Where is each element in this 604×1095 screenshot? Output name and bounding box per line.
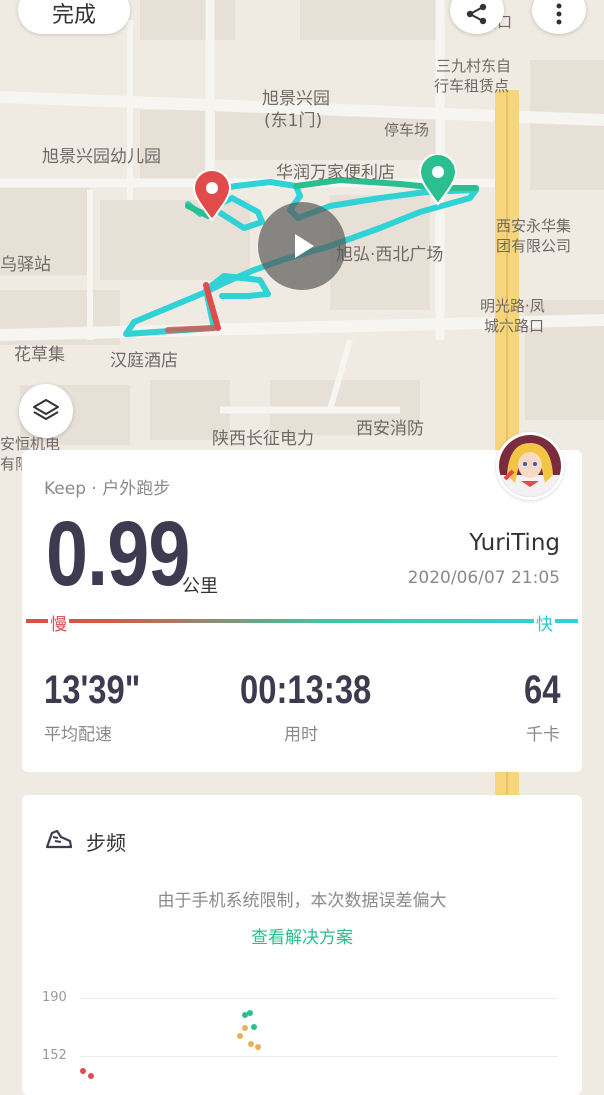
distance-value: 0.99 bbox=[46, 503, 190, 605]
cadence-point bbox=[251, 1024, 257, 1030]
play-icon bbox=[295, 234, 314, 258]
map-label: 陕西长征电力 bbox=[212, 429, 314, 449]
shoe-icon bbox=[45, 829, 73, 849]
data-accuracy-note: 由于手机系统限制，本次数据误差偏大 bbox=[157, 891, 447, 911]
map-label: (东1门) bbox=[264, 111, 323, 131]
cadence-point bbox=[80, 1068, 86, 1074]
layers-icon bbox=[33, 399, 59, 420]
run-summary-card: Keep · 户外跑步 0.99 公里 YuriTing 2020/06/07 … bbox=[22, 450, 582, 772]
cadence-point bbox=[242, 1025, 248, 1031]
cadence-point bbox=[88, 1073, 94, 1079]
y-axis-tick: 152 bbox=[42, 1048, 67, 1063]
avatar-image bbox=[499, 435, 561, 497]
map-label: 停车场 bbox=[384, 121, 430, 139]
map-label: 三九村东自 bbox=[436, 57, 512, 75]
map-label: 旭弘·西北广场 bbox=[336, 245, 444, 265]
gridline bbox=[80, 998, 558, 999]
map-label: 西安消防 bbox=[356, 419, 424, 439]
map-label: 明光路·凤 bbox=[480, 297, 545, 315]
pace-value: 13'39" bbox=[44, 668, 141, 712]
pace-label: 平均配速 bbox=[44, 725, 112, 745]
map-label: 花草集 bbox=[14, 345, 65, 365]
gridline bbox=[80, 1056, 558, 1057]
cadence-point bbox=[237, 1033, 243, 1039]
view-solution-link[interactable]: 查看解决方案 bbox=[22, 923, 582, 948]
map-label: 团有限公司 bbox=[496, 237, 572, 255]
map-label: 华润万家便利店 bbox=[276, 163, 395, 183]
map-label: 旭景兴园幼儿园 bbox=[42, 147, 161, 167]
y-axis-tick: 190 bbox=[42, 990, 67, 1005]
avatar[interactable] bbox=[496, 432, 564, 500]
cadence-point bbox=[247, 1010, 253, 1016]
duration-label: 用时 bbox=[284, 725, 318, 745]
cadence-point bbox=[248, 1041, 254, 1047]
end-marker-icon bbox=[418, 154, 458, 206]
map-label: 城六路口 bbox=[484, 317, 545, 335]
user-name: YuriTing bbox=[469, 530, 560, 556]
slow-label: 慢 bbox=[48, 610, 69, 635]
done-button[interactable]: 完成 bbox=[18, 0, 130, 34]
duration-value: 00:13:38 bbox=[240, 668, 372, 712]
map-label: 乌驿站 bbox=[0, 255, 51, 275]
map-label: 西安永华集 bbox=[496, 217, 572, 235]
map-layers-button[interactable] bbox=[19, 384, 73, 438]
map-label: 旭景兴园 bbox=[262, 89, 330, 109]
share-icon bbox=[466, 3, 487, 25]
more-icon bbox=[556, 3, 562, 25]
replay-button[interactable] bbox=[258, 202, 346, 290]
calories-label: 千卡 bbox=[526, 725, 560, 745]
activity-datetime: 2020/06/07 21:05 bbox=[407, 568, 560, 588]
activity-source: Keep · 户外跑步 bbox=[44, 479, 171, 499]
pace-gradient-bar bbox=[26, 619, 578, 623]
map-label: 汉庭酒店 bbox=[110, 351, 178, 371]
cadence-card: 步频 由于手机系统限制，本次数据误差偏大 查看解决方案 190 152 bbox=[22, 795, 582, 1095]
map-label: 行车租赁点 bbox=[434, 77, 510, 95]
cadence-point bbox=[255, 1044, 261, 1050]
distance-unit: 公里 bbox=[182, 576, 218, 597]
fast-label: 快 bbox=[534, 610, 555, 635]
start-marker-icon bbox=[192, 170, 232, 222]
calories-value: 64 bbox=[523, 668, 560, 712]
cadence-title: 步频 bbox=[86, 831, 126, 855]
